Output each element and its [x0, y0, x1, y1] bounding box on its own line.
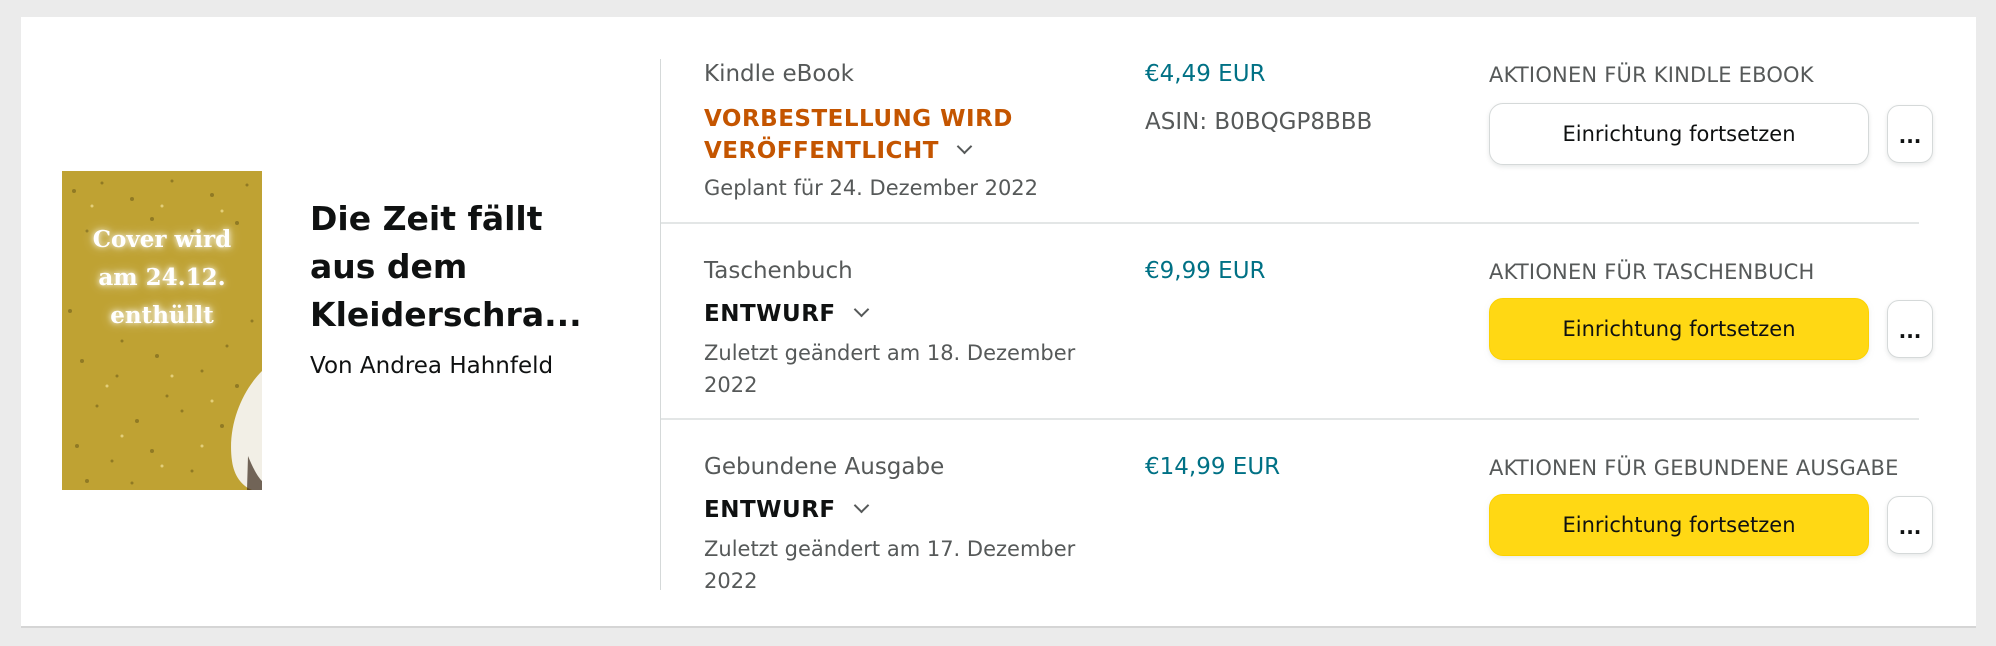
- actions-label: AKTIONEN FÜR KINDLE EBOOK: [1489, 63, 1814, 87]
- format-status[interactable]: ENTWURF: [704, 494, 869, 526]
- format-name: Taschenbuch: [704, 258, 853, 284]
- chevron-down-icon: [853, 301, 869, 318]
- continue-setup-button[interactable]: Einrichtung fortsetzen: [1489, 298, 1869, 360]
- format-date: Zuletzt geändert am 18. Dezember 2022: [704, 341, 1076, 397]
- format-row-kindle-ebook: Kindle eBook VORBESTELLUNG WIRD VERÖFFEN…: [661, 17, 1933, 222]
- format-status-label: VORBESTELLUNG WIRD VERÖFFENTLICHT: [704, 106, 1013, 164]
- book-card: Cover wird am 24.12. enthüllt Die Zeit f…: [21, 17, 1976, 628]
- more-options-button[interactable]: ...: [1887, 105, 1933, 163]
- format-asin: ASIN: B0BQGP8BBB: [1145, 109, 1373, 135]
- format-status[interactable]: ENTWURF: [704, 298, 869, 330]
- format-name: Kindle eBook: [704, 61, 854, 87]
- continue-setup-button[interactable]: Einrichtung fortsetzen: [1489, 103, 1869, 165]
- format-status-label: ENTWURF: [704, 301, 836, 327]
- format-row-hardcover: Gebundene Ausgabe ENTWURF Zuletzt geände…: [661, 420, 1933, 610]
- book-cover-image[interactable]: Cover wird am 24.12. enthüllt: [62, 171, 262, 490]
- continue-setup-button[interactable]: Einrichtung fortsetzen: [1489, 494, 1869, 556]
- format-row-paperback: Taschenbuch ENTWURF Zuletzt geändert am …: [661, 224, 1933, 418]
- cover-text-line: am 24.12.: [98, 264, 226, 291]
- book-title[interactable]: Die Zeit fällt aus dem Kleiderschra...: [310, 195, 610, 339]
- format-price: €4,49 EUR: [1145, 61, 1266, 87]
- chevron-down-icon: [853, 497, 869, 514]
- format-price: €9,99 EUR: [1145, 258, 1266, 284]
- format-price: €14,99 EUR: [1145, 454, 1281, 480]
- chevron-down-icon: [956, 138, 973, 155]
- more-options-button[interactable]: ...: [1887, 300, 1933, 358]
- actions-label: AKTIONEN FÜR GEBUNDENE AUSGABE: [1489, 456, 1899, 480]
- cover-text-line: enthüllt: [110, 302, 214, 329]
- format-date: Geplant für 24. Dezember 2022: [704, 176, 1039, 200]
- cover-text: Cover wird am 24.12. enthüllt: [62, 221, 262, 335]
- format-status[interactable]: VORBESTELLUNG WIRD VERÖFFENTLICHT: [704, 103, 1034, 167]
- more-options-button[interactable]: ...: [1887, 496, 1933, 554]
- format-name: Gebundene Ausgabe: [704, 454, 945, 480]
- book-author: Von Andrea Hahnfeld: [310, 353, 554, 379]
- format-date: Zuletzt geändert am 17. Dezember 2022: [704, 537, 1076, 593]
- format-status-label: ENTWURF: [704, 497, 836, 523]
- actions-label: AKTIONEN FÜR TASCHENBUCH: [1489, 260, 1815, 284]
- cover-text-line: Cover wird: [92, 226, 232, 253]
